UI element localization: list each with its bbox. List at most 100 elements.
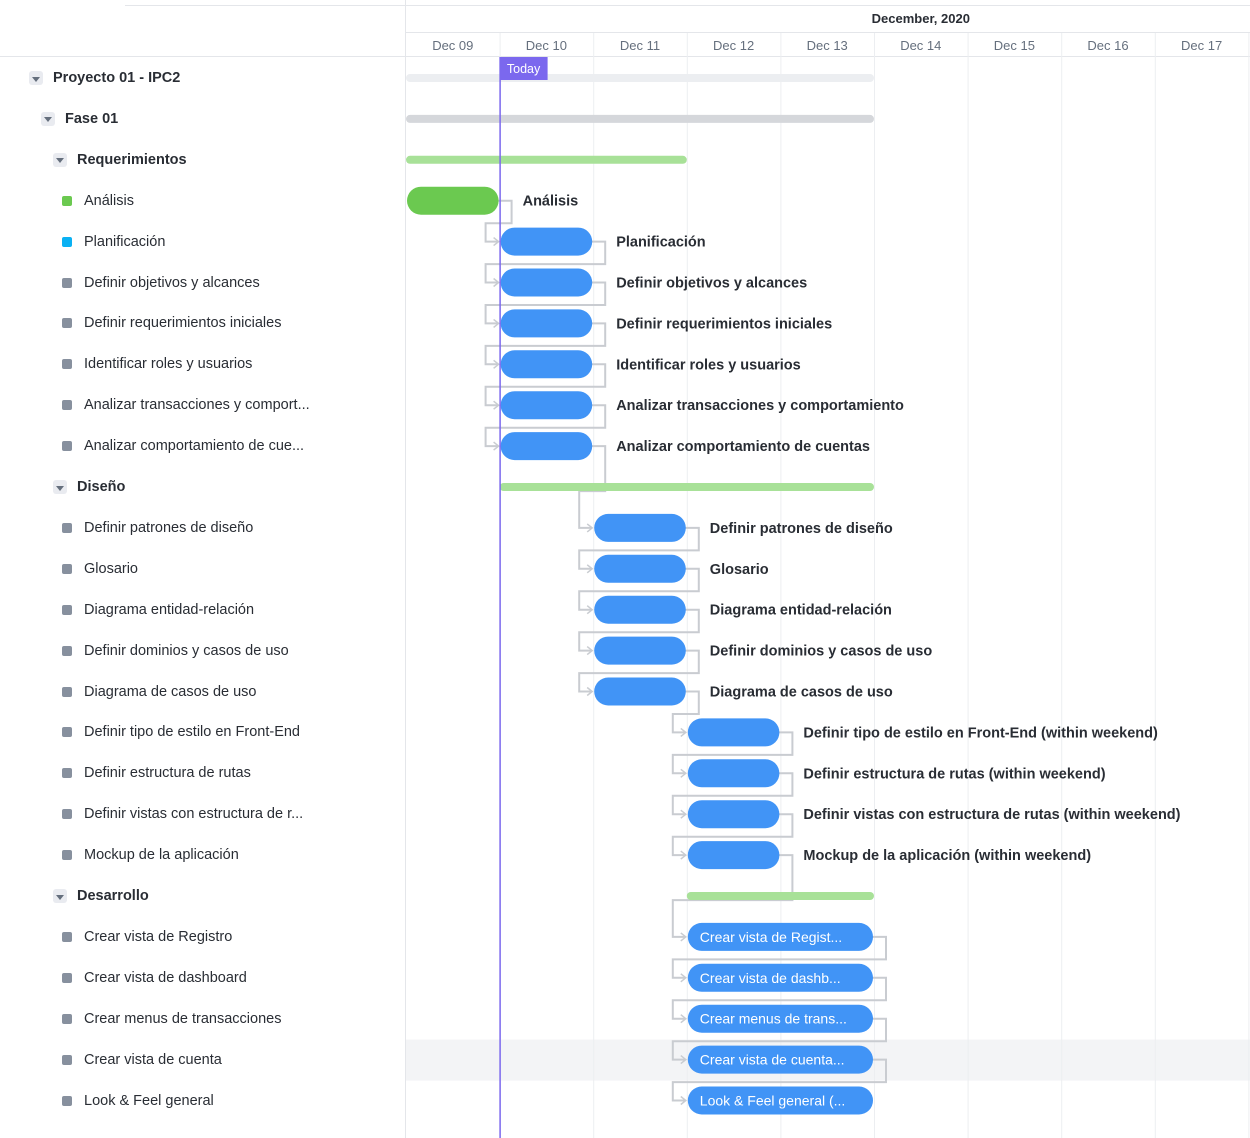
task-row[interactable]: Planificación	[0, 228, 467, 256]
task-row[interactable]: Diagrama entidad-relación	[0, 596, 467, 624]
status-dot-icon[interactable]	[62, 236, 72, 247]
task-name: Definir vistas con estructura de r...	[84, 806, 304, 823]
task-row[interactable]: Definir patrones de diseño	[0, 514, 467, 542]
task-bar-inner-label: Crear vista de Regist...	[700, 929, 842, 945]
task-bar[interactable]	[594, 595, 686, 624]
status-dot-icon[interactable]	[62, 931, 72, 942]
task-row[interactable]: Definir requerimientos iniciales	[0, 309, 467, 337]
task-name: Planificación	[84, 233, 166, 250]
task-bar-label: Analizar comportamiento de cuentas	[616, 439, 870, 455]
task-row[interactable]: Definir objetivos y alcances	[0, 269, 467, 297]
task-bar[interactable]	[500, 350, 593, 379]
status-dot-icon[interactable]	[62, 972, 72, 983]
task-bar-inner-label: Crear vista de dashb...	[700, 970, 841, 986]
collapse-caret-icon[interactable]	[53, 889, 67, 903]
task-bar[interactable]	[500, 432, 593, 461]
status-dot-icon[interactable]	[62, 359, 72, 370]
status-dot-icon[interactable]	[62, 522, 72, 533]
group-row[interactable]: Fase 01	[0, 105, 446, 133]
task-bar[interactable]	[687, 841, 780, 870]
summary-bar[interactable]	[406, 155, 687, 164]
group-row[interactable]: Desarrollo	[0, 882, 458, 910]
task-name: Definir tipo de estilo en Front-End	[84, 724, 300, 741]
task-bar-label: Definir dominios y casos de uso	[710, 644, 933, 660]
task-bar[interactable]	[500, 227, 593, 256]
day-label: Dec 10	[526, 38, 567, 53]
collapse-caret-icon[interactable]	[53, 480, 67, 494]
task-bar-label: Identificar roles y usuarios	[616, 357, 801, 373]
status-dot-icon[interactable]	[62, 645, 72, 656]
month-label: December, 2020	[872, 11, 970, 26]
task-row[interactable]: Definir estructura de rutas	[0, 759, 467, 787]
task-row[interactable]: Look & Feel general	[0, 1087, 467, 1115]
task-name: Crear vista de Registro	[84, 928, 233, 945]
task-row[interactable]: Identificar roles y usuarios	[0, 350, 467, 378]
status-dot-icon[interactable]	[62, 195, 72, 206]
status-dot-icon[interactable]	[62, 1095, 72, 1106]
summary-bar[interactable]	[499, 483, 874, 491]
task-row[interactable]: Glosario	[0, 555, 467, 583]
task-name: Definir objetivos y alcances	[84, 274, 260, 291]
day-label: Dec 14	[900, 38, 941, 53]
task-bar[interactable]	[594, 554, 686, 583]
collapse-caret-icon[interactable]	[53, 152, 67, 167]
task-bar[interactable]	[594, 513, 686, 542]
task-row[interactable]: Analizar comportamiento de cue...	[0, 432, 467, 460]
task-bar[interactable]	[407, 186, 499, 215]
summary-bar[interactable]	[686, 892, 874, 900]
task-row[interactable]: Crear vista de cuenta	[0, 1046, 467, 1074]
gantt-chart: December, 2020 Dec 09 Dec 10 Dec 11 Dec 12 De…	[406, 5, 1250, 1138]
task-bar[interactable]	[500, 309, 593, 338]
status-dot-icon[interactable]	[62, 768, 72, 779]
group-label: Diseño	[77, 479, 126, 495]
status-dot-icon[interactable]	[62, 850, 72, 861]
task-row[interactable]: Crear menus de transacciones	[0, 1005, 467, 1033]
group-row[interactable]: Proyecto 01 - IPC2	[0, 64, 434, 92]
task-row[interactable]: Crear vista de dashboard	[0, 964, 467, 992]
task-bar[interactable]	[687, 759, 780, 788]
task-name: Definir patrones de diseño	[84, 519, 254, 536]
task-row[interactable]: Análisis	[0, 187, 467, 215]
summary-bar[interactable]	[406, 114, 874, 123]
status-dot-icon[interactable]	[62, 318, 72, 329]
status-dot-icon[interactable]	[62, 1013, 72, 1024]
task-row[interactable]: Mockup de la aplicación	[0, 841, 467, 869]
day-label: Dec 17	[1181, 38, 1222, 53]
task-row[interactable]: Definir tipo de estilo en Front-End	[0, 718, 467, 746]
task-bar[interactable]	[594, 677, 686, 706]
status-dot-icon[interactable]	[62, 604, 72, 615]
day-label: Dec 16	[1087, 38, 1128, 53]
task-name: Analizar transacciones y comport...	[84, 397, 310, 414]
status-dot-icon[interactable]	[62, 809, 72, 820]
task-name: Analizar comportamiento de cue...	[84, 438, 305, 455]
task-bar[interactable]	[687, 800, 780, 829]
task-bar[interactable]	[500, 391, 593, 420]
status-dot-icon[interactable]	[62, 400, 72, 411]
task-row[interactable]: Crear vista de Registro	[0, 923, 467, 951]
task-name: Crear menus de transacciones	[84, 1010, 282, 1027]
summary-bar[interactable]	[406, 74, 874, 82]
task-bar[interactable]	[594, 636, 686, 665]
task-row[interactable]: Diagrama de casos de uso	[0, 678, 467, 706]
task-bar[interactable]	[500, 268, 593, 297]
task-row[interactable]: Analizar transacciones y comport...	[0, 391, 467, 419]
collapse-caret-icon[interactable]	[29, 71, 43, 85]
task-bar-label: Glosario	[710, 562, 769, 578]
collapse-caret-icon[interactable]	[41, 111, 55, 126]
task-list-sidebar: Proyecto 01 - IPC2 Fase 01 Requerimientos A…	[0, 0, 406, 1138]
group-label: Proyecto 01 - IPC2	[53, 70, 181, 86]
task-name: Diagrama entidad-relación	[84, 601, 255, 618]
status-dot-icon[interactable]	[62, 277, 72, 288]
task-name: Crear vista de dashboard	[84, 969, 247, 986]
task-bar[interactable]	[687, 718, 780, 747]
task-row[interactable]: Definir dominios y casos de uso	[0, 637, 467, 665]
status-dot-icon[interactable]	[62, 563, 72, 574]
group-row[interactable]: Diseño	[0, 473, 458, 501]
status-dot-icon[interactable]	[62, 441, 72, 452]
status-dot-icon[interactable]	[62, 686, 72, 697]
group-row[interactable]: Requerimientos	[0, 146, 458, 174]
task-bar-label: Mockup de la aplicación (within weekend)	[803, 848, 1091, 864]
task-row[interactable]: Definir vistas con estructura de r...	[0, 800, 467, 828]
status-dot-icon[interactable]	[62, 1054, 72, 1065]
status-dot-icon[interactable]	[62, 727, 72, 738]
